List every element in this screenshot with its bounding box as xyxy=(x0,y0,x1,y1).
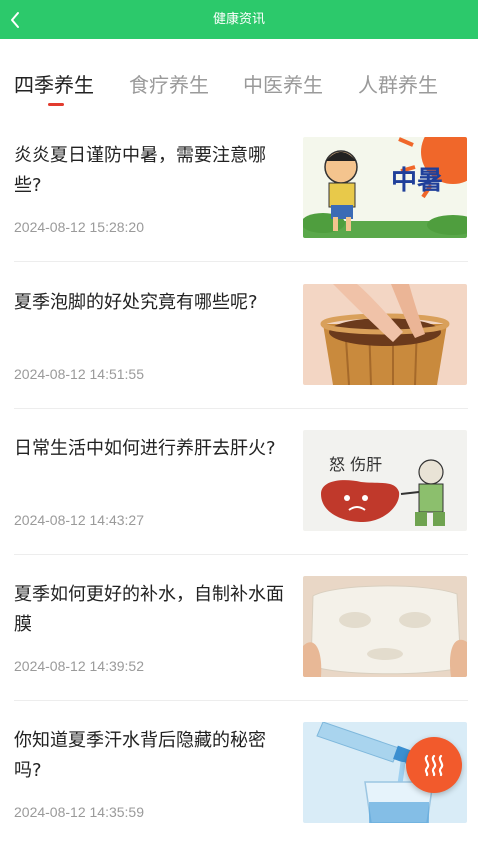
article-title: 日常生活中如何进行养肝去肝火? xyxy=(14,438,276,459)
article-thumbnail xyxy=(303,284,467,385)
active-tab-indicator xyxy=(48,103,64,106)
article-title: 炎炎夏日谨防中暑，需要注意哪些? xyxy=(14,145,266,196)
article-thumbnail: 中暑 xyxy=(303,137,467,238)
article-title: 夏季如何更好的补水，自制补水面膜 xyxy=(14,584,284,635)
tab-diet-therapy[interactable]: 食疗养生 xyxy=(129,69,209,98)
floating-action-button[interactable] xyxy=(406,737,462,793)
thumb-caption: 中暑 xyxy=(391,166,443,196)
article-item[interactable]: 你知道夏季汗水背后隐藏的秘密吗? 2024-08-12 14:35:59 xyxy=(0,722,478,868)
article-thumbnail xyxy=(303,576,467,677)
divider xyxy=(14,700,468,701)
category-tabs: 四季养生 食疗养生 中医养生 人群养生 xyxy=(0,39,478,109)
thumb-caption: 怒 伤肝 xyxy=(329,455,382,474)
article-thumbnail: 怒 伤肝 xyxy=(303,430,467,531)
article-time: 2024-08-12 14:43:27 xyxy=(14,512,144,528)
article-title: 夏季泡脚的好处究竟有哪些呢? xyxy=(14,292,258,313)
tab-groups[interactable]: 人群养生 xyxy=(358,69,438,98)
divider xyxy=(14,554,468,555)
tab-seasonal[interactable]: 四季养生 xyxy=(14,69,94,98)
top-bar: 健康资讯 xyxy=(0,0,478,39)
article-time: 2024-08-12 14:35:59 xyxy=(14,804,144,820)
article-title: 你知道夏季汗水背后隐藏的秘密吗? xyxy=(14,730,266,781)
article-time: 2024-08-12 14:51:55 xyxy=(14,366,144,382)
tab-tcm[interactable]: 中医养生 xyxy=(243,69,323,98)
page-title: 健康资讯 xyxy=(212,12,265,27)
heat-waves-icon xyxy=(424,754,444,777)
article-time: 2024-08-12 15:28:20 xyxy=(14,219,144,235)
divider xyxy=(14,261,468,262)
divider xyxy=(14,408,468,409)
article-time: 2024-08-12 14:39:52 xyxy=(14,658,144,674)
